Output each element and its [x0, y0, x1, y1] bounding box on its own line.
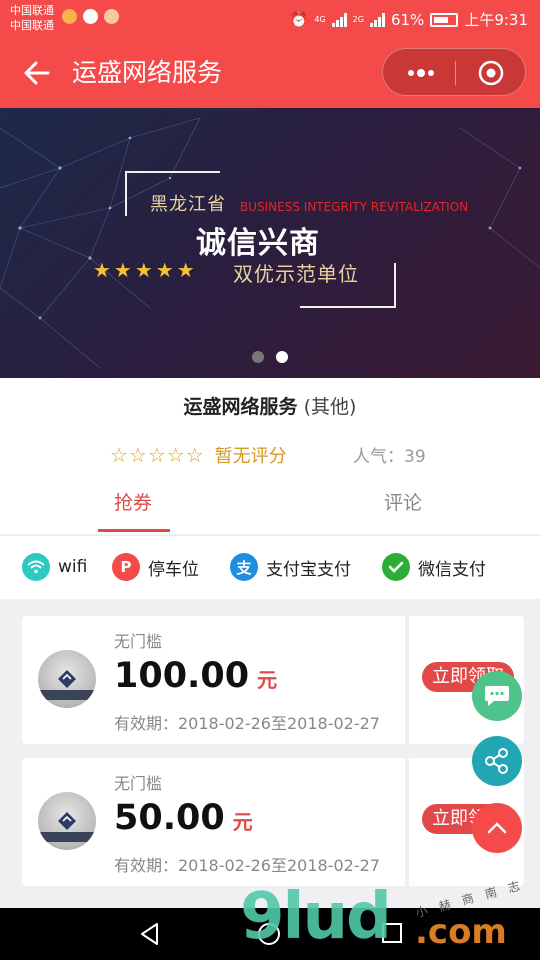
rating-stars-icon: ☆☆☆☆☆: [110, 443, 205, 467]
coupon-unit: 元: [232, 810, 253, 834]
coupon-validity: 有效期：2018-02-26至2018-02-27: [114, 714, 380, 733]
facility-label: wifi: [58, 557, 88, 577]
share-button[interactable]: [472, 736, 522, 786]
coupon-amount: 50.00: [114, 798, 225, 838]
chevron-up-icon: [487, 822, 507, 834]
banner-subtitle: 双优示范单位: [233, 262, 359, 286]
shop-info: 运盛网络服务 (其他) ☆☆☆☆☆ 暂无评分 人气：39 抢券 评论: [0, 378, 540, 534]
facility-alipay: 支 支付宝支付: [230, 553, 351, 581]
active-tab-indicator: [98, 529, 170, 532]
coupon-info: 无门槛 50.00 元 有效期：2018-02-26至2018-02-27: [22, 758, 405, 886]
network-1: 4G: [314, 15, 326, 24]
notification-icons: [62, 9, 119, 24]
coupon-unit: 元: [257, 668, 278, 692]
banner-province: 黑龙江省: [150, 194, 226, 215]
coupon-info: 无门槛 100.00 元 有效期：2018-02-26至2018-02-27: [22, 616, 405, 744]
shop-logo-thumbnail: [38, 792, 96, 850]
clock: 上午9:31: [464, 11, 528, 29]
carousel-dot-1[interactable]: [252, 351, 264, 363]
facilities-bar: wifi P 停车位 支 支付宝支付 微信支付: [0, 535, 540, 599]
facility-label: 停车位: [148, 559, 199, 580]
close-mini-program-icon[interactable]: [477, 59, 505, 87]
share-icon: [485, 748, 508, 774]
coupon-amount-line: 50.00 元: [114, 798, 253, 838]
message-notification-icon: [83, 9, 98, 24]
carousel-indicator: [252, 351, 288, 363]
facility-label: 支付宝支付: [266, 559, 351, 580]
signal-icon-1: [331, 12, 347, 27]
mini-program-capsule: [382, 48, 526, 96]
banner-carousel[interactable]: 黑龙江省 BUSINESS INTEGRITY REVITALIZATION 诚…: [0, 108, 540, 378]
shop-category: (其他): [303, 396, 357, 418]
tab-reviews[interactable]: 评论: [384, 488, 422, 515]
coupon-card: 无门槛 50.00 元 有效期：2018-02-26至2018-02-27 立即领…: [17, 758, 524, 886]
wifi-icon: [22, 553, 50, 581]
coupon-validity: 有效期：2018-02-26至2018-02-27: [114, 856, 380, 875]
parking-icon: P: [112, 553, 140, 581]
watermark-logo: 9lud: [240, 880, 392, 954]
company-logo-icon: [58, 812, 76, 830]
banner-english: BUSINESS INTEGRITY REVITALIZATION: [240, 200, 469, 214]
logo-band: [38, 690, 96, 700]
popularity: 人气：39: [353, 447, 426, 467]
facility-parking: P 停车位: [112, 553, 199, 581]
carrier-2: 中国联通: [10, 19, 54, 32]
coupon-condition: 无门槛: [114, 774, 163, 793]
shop-name: 运盛网络服务: [183, 396, 298, 418]
network-2: 2G: [352, 15, 364, 24]
signal-icon-2: [369, 12, 385, 27]
alipay-icon: 支: [230, 553, 258, 581]
company-logo-icon: [58, 670, 76, 688]
banner-headline: 诚信兴商: [196, 226, 320, 261]
carousel-dot-2[interactable]: [276, 351, 288, 363]
app-notification-icon: [62, 9, 77, 24]
avatar-notification-icon: [104, 9, 119, 24]
nav-bar: 运盛网络服务: [0, 38, 540, 108]
carrier-1: 中国联通: [10, 4, 54, 17]
coupon-condition: 无门槛: [114, 632, 163, 651]
status-right: ⏰ 4G 2G 61% 上午9:31: [290, 9, 528, 30]
chat-bubble-icon: [485, 686, 509, 706]
rating-row: ☆☆☆☆☆ 暂无评分: [110, 442, 287, 468]
tab-coupons[interactable]: 抢券: [114, 488, 152, 515]
battery-icon: [430, 12, 459, 27]
system-back-icon[interactable]: [137, 921, 163, 947]
shop-title-line: 运盛网络服务 (其他): [0, 392, 540, 419]
rating-text: 暂无评分: [214, 446, 287, 467]
banner-stars: ★★★★★: [93, 258, 198, 282]
status-bar: 中国联通 中国联通 ⏰ 4G 2G 61% 上午9:31: [0, 0, 540, 38]
facility-wifi: wifi: [22, 553, 87, 581]
battery-percent: 61%: [390, 10, 425, 29]
wechat-pay-icon: [382, 553, 410, 581]
carrier-info: 中国联通 中国联通: [10, 3, 54, 33]
capsule-divider: [455, 61, 456, 85]
more-icon[interactable]: [403, 59, 439, 87]
facility-wechat-pay: 微信支付: [382, 553, 486, 581]
shop-logo-thumbnail: [38, 650, 96, 708]
chat-button[interactable]: [472, 671, 522, 721]
coupon-amount: 100.00: [114, 656, 250, 696]
page-title: 运盛网络服务: [72, 58, 223, 87]
alarm-icon: ⏰: [289, 10, 309, 29]
facility-label: 微信支付: [418, 559, 486, 580]
back-to-top-button[interactable]: [472, 803, 522, 853]
logo-band: [38, 832, 96, 842]
back-arrow-icon[interactable]: [22, 58, 52, 88]
coupon-card: 无门槛 100.00 元 有效期：2018-02-26至2018-02-27 立即…: [17, 616, 524, 744]
coupon-amount-line: 100.00 元: [114, 656, 277, 696]
